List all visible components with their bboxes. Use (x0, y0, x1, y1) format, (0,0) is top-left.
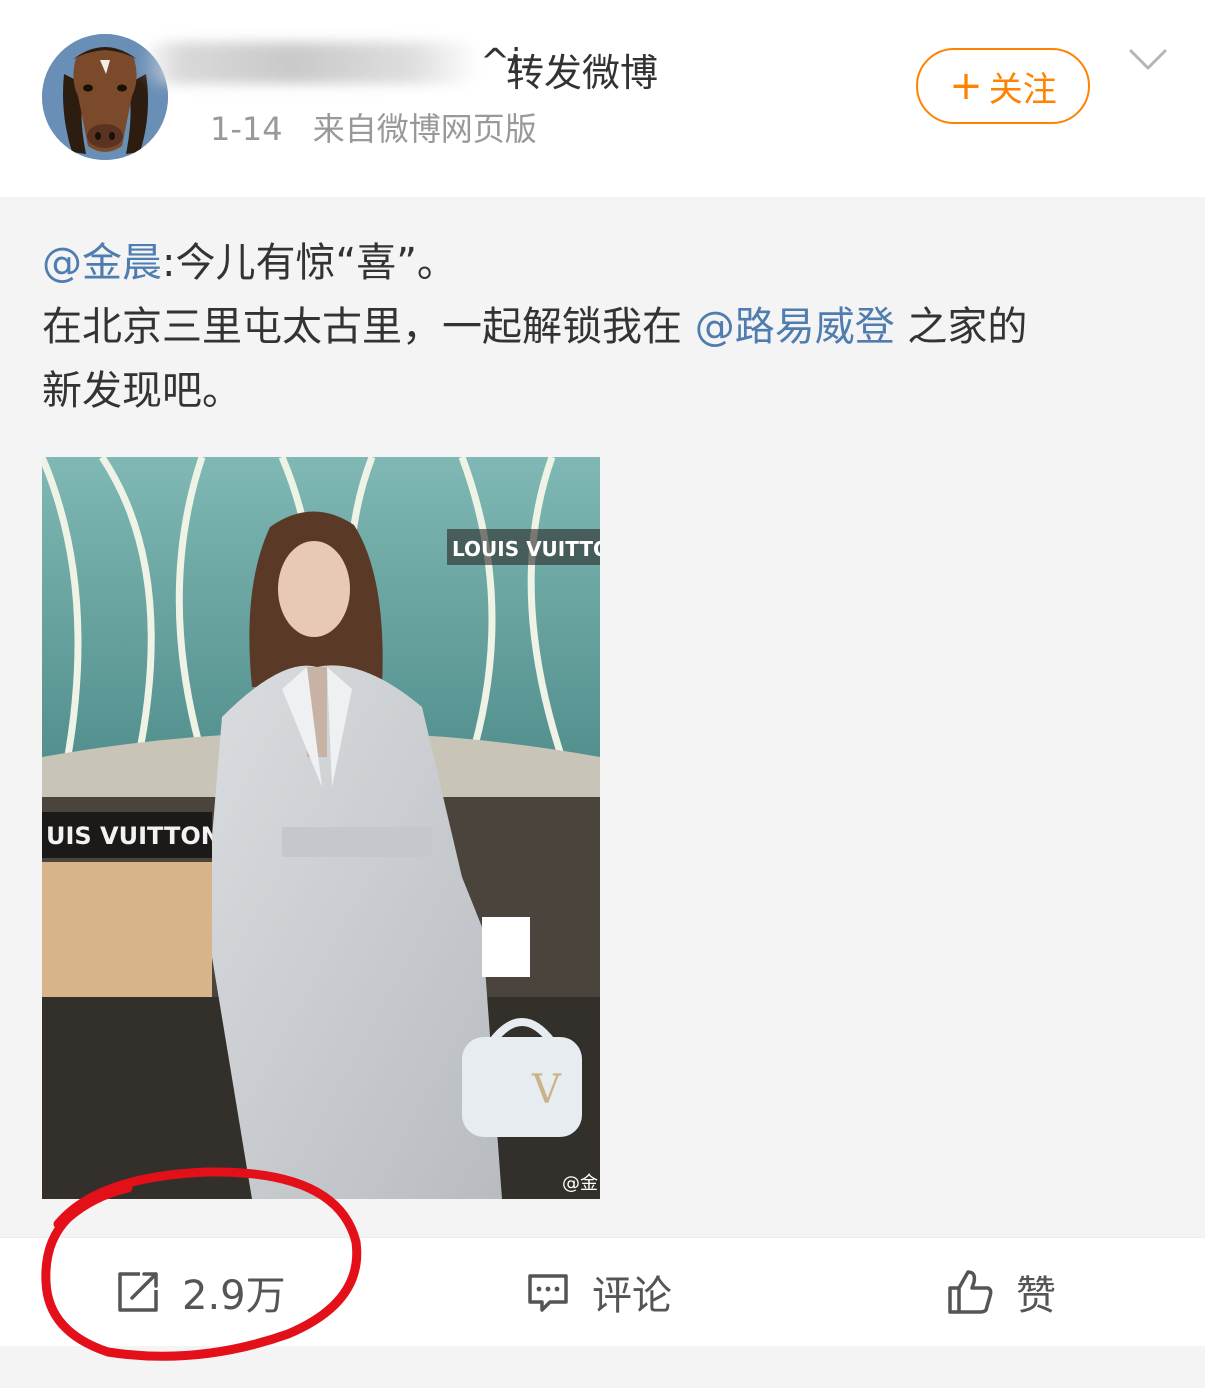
reposted-weibo[interactable]: @金晨:今儿有惊“喜”。 在北京三里屯太古里，一起解锁我在 @路易威登 之家的 … (0, 197, 1205, 1237)
thumbs-up-icon (948, 1270, 993, 1314)
repost-button[interactable]: 2.9万 (116, 1238, 286, 1346)
repost-count: 2.9万 (182, 1273, 286, 1319)
like-button[interactable]: 赞 (946, 1238, 1056, 1346)
chevron-down-icon[interactable] (1128, 48, 1168, 72)
comment-label: 评论 (592, 1273, 672, 1319)
action-bar: 2.9万 评论 赞 (0, 1237, 1205, 1346)
svg-text:V: V (531, 1067, 562, 1113)
post-date: 1-14 (210, 110, 283, 148)
text-line-1: @金晨:今儿有惊“喜”。 (42, 231, 1162, 295)
repost-label: 转发微博 (506, 51, 659, 95)
original-post-text: @金晨:今儿有惊“喜”。 在北京三里屯太古里，一起解锁我在 @路易威登 之家的 … (42, 231, 1162, 423)
like-label: 赞 (1016, 1273, 1056, 1319)
author-mention-link[interactable]: @金晨 (42, 240, 162, 286)
photo-watermark: @金 (562, 1173, 598, 1194)
lv-sign-left: UIS VUITTON (46, 822, 221, 850)
repost-title-line: ^i 转发微博 (140, 38, 700, 95)
photo-illustration: UIS VUITTON LOUIS VUITTON V (42, 457, 600, 1199)
post-meta: 1-14 来自微博网页版 (210, 104, 537, 150)
plus-icon: + (949, 63, 983, 109)
lv-sign-top: LOUIS VUITTON (452, 537, 600, 561)
text-line-2: 在北京三里屯太古里，一起解锁我在 @路易威登 之家的 (42, 295, 1162, 359)
text-line-3: 新发现吧。 (42, 368, 242, 414)
repost-icon (118, 1272, 158, 1312)
post-photo[interactable]: UIS VUITTON LOUIS VUITTON V @金 (42, 457, 600, 1199)
follow-button[interactable]: + 关注 (916, 48, 1090, 124)
post-source: 来自微博网页版 (312, 110, 537, 148)
comment-icon (528, 1274, 568, 1312)
blurred-username (140, 42, 480, 84)
follow-button-label: 关注 (988, 69, 1057, 110)
text-line-2-after: 之家的 (894, 304, 1028, 350)
comment-button[interactable]: 评论 (526, 1238, 672, 1346)
post-header: ^i 转发微博 1-14 来自微博网页版 + 关注 (0, 0, 1205, 197)
text-line-2-before: 在北京三里屯太古里，一起解锁我在 (42, 304, 695, 350)
brand-mention-link[interactable]: @路易威登 (695, 304, 895, 350)
feed-separator (0, 1346, 1205, 1388)
text-line-1-rest: :今儿有惊“喜”。 (162, 240, 457, 286)
